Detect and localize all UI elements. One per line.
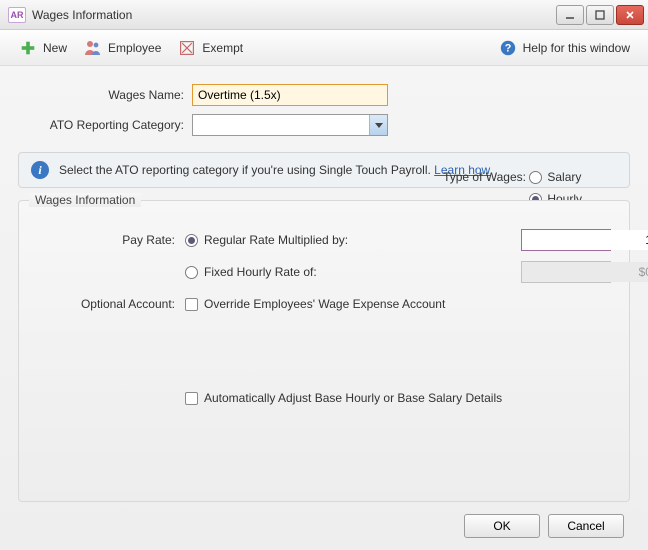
fixed-rate-input bbox=[522, 262, 648, 282]
wages-information-fieldset: Wages Information Pay Rate: Regular Rate… bbox=[18, 200, 630, 502]
cancel-button[interactable]: Cancel bbox=[548, 514, 624, 538]
ok-button[interactable]: OK bbox=[464, 514, 540, 538]
fixed-rate-input-combo bbox=[521, 261, 611, 283]
app-badge: AR bbox=[8, 7, 26, 23]
override-account-checkbox[interactable] bbox=[185, 298, 198, 311]
exempt-icon bbox=[177, 38, 197, 58]
auto-adjust-label: Automatically Adjust Base Hourly or Base… bbox=[204, 391, 502, 405]
help-icon: ? bbox=[498, 38, 518, 58]
fixed-rate-radio[interactable] bbox=[185, 266, 198, 279]
regular-rate-input[interactable] bbox=[522, 230, 648, 250]
info-icon: i bbox=[31, 161, 49, 179]
new-button[interactable]: New bbox=[10, 35, 75, 61]
minimize-button[interactable] bbox=[556, 5, 584, 25]
help-label: Help for this window bbox=[523, 41, 630, 55]
pay-rate-label: Pay Rate: bbox=[37, 233, 185, 247]
regular-rate-label: Regular Rate Multiplied by: bbox=[204, 233, 348, 247]
type-of-wages-label: Type of Wages: bbox=[430, 170, 526, 184]
footer: OK Cancel bbox=[18, 502, 630, 538]
auto-adjust-checkbox[interactable] bbox=[185, 392, 198, 405]
plus-icon bbox=[18, 38, 38, 58]
regular-rate-input-combo[interactable] bbox=[521, 229, 611, 251]
wages-name-input[interactable] bbox=[192, 84, 388, 106]
info-text-container: Select the ATO reporting category if you… bbox=[59, 163, 490, 177]
optional-account-label: Optional Account: bbox=[37, 297, 185, 311]
window-title: Wages Information bbox=[32, 8, 556, 22]
exempt-button[interactable]: Exempt bbox=[169, 35, 251, 61]
salary-radio[interactable]: Salary bbox=[529, 170, 582, 184]
new-label: New bbox=[43, 41, 67, 55]
content-area: Wages Name: ATO Reporting Category: Type… bbox=[0, 66, 648, 550]
employee-label: Employee bbox=[108, 41, 161, 55]
override-account-label: Override Employees' Wage Expense Account bbox=[204, 297, 445, 311]
employee-button[interactable]: Employee bbox=[75, 35, 169, 61]
title-bar: AR Wages Information bbox=[0, 0, 648, 30]
people-icon bbox=[83, 38, 103, 58]
regular-rate-radio[interactable] bbox=[185, 234, 198, 247]
fieldset-legend: Wages Information bbox=[29, 193, 141, 207]
ato-category-combo[interactable] bbox=[192, 114, 388, 136]
wages-name-label: Wages Name: bbox=[18, 88, 192, 102]
fixed-rate-label: Fixed Hourly Rate of: bbox=[204, 265, 317, 279]
close-button[interactable] bbox=[616, 5, 644, 25]
radio-icon bbox=[529, 171, 542, 184]
ato-combo-dropdown-button[interactable] bbox=[369, 115, 387, 135]
svg-text:?: ? bbox=[504, 42, 511, 54]
chevron-down-icon bbox=[375, 123, 383, 128]
toolbar: New Employee Exempt ? Help for this wind… bbox=[0, 30, 648, 66]
ato-category-input[interactable] bbox=[193, 115, 369, 135]
exempt-label: Exempt bbox=[202, 41, 243, 55]
info-text: Select the ATO reporting category if you… bbox=[59, 163, 434, 177]
maximize-button[interactable] bbox=[586, 5, 614, 25]
salary-radio-label: Salary bbox=[547, 170, 581, 184]
help-button[interactable]: ? Help for this window bbox=[490, 35, 638, 61]
ato-category-label: ATO Reporting Category: bbox=[18, 118, 192, 132]
